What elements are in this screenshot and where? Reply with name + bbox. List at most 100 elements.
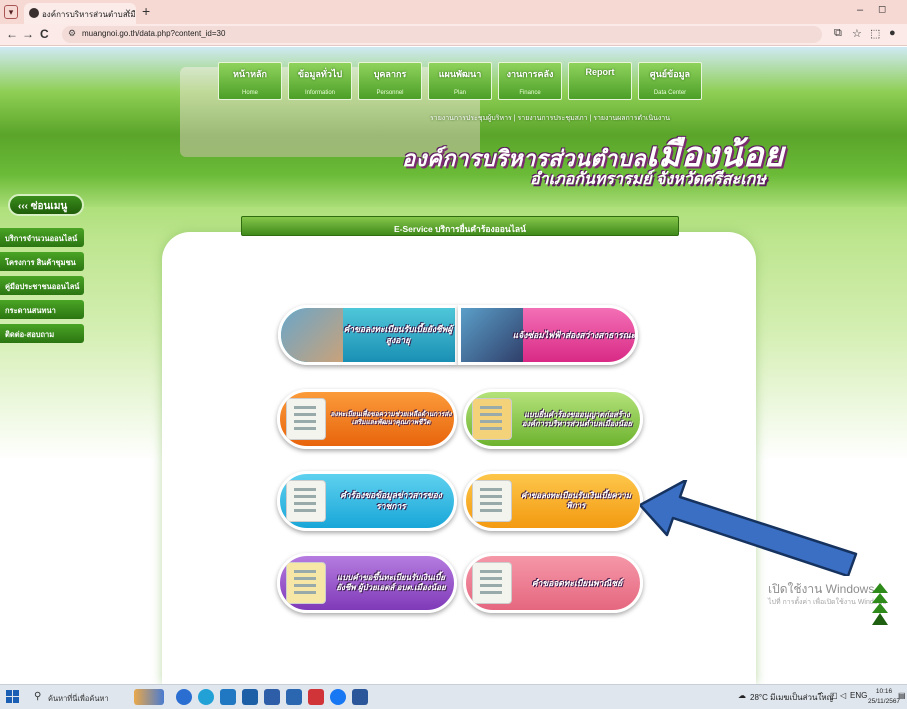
eservice-title-bar: E-Service บริการยื่นคำร้องออนไลน์ xyxy=(241,216,679,236)
url-text[interactable]: muangnoi.go.th/data.php?content_id=30 xyxy=(82,29,225,38)
hide-menu-button[interactable]: ‹‹‹ ซ่อนเมนู xyxy=(8,194,84,216)
chevron-up-icon xyxy=(872,593,888,603)
volume-icon[interactable]: ◁ xyxy=(840,691,846,700)
search-placeholder: ค้นหาที่นี่เพื่อค้นหา xyxy=(48,694,109,703)
service-official-info-button[interactable]: คำร้องขอข้อมูลข่าวสารของราชการ xyxy=(277,471,457,531)
browser-tab-bar: ▾ องค์การบริหารส่วนตำบลเมืองน้อย อำ × + … xyxy=(0,0,907,24)
service-label: คำขอลงทะเบียนรับเบี้ยยังชีพผู้สูงอายุ xyxy=(343,324,453,345)
chevron-up-icon xyxy=(872,613,888,625)
tab-list-button[interactable]: ▾ xyxy=(4,5,18,19)
menu-report[interactable]: Report xyxy=(568,62,632,100)
menu-finance[interactable]: งานการคลัง Finance xyxy=(498,62,562,100)
side-nav: บริการจำนวนออนไลน์ โครงการ สินค้าชุมชน ค… xyxy=(0,228,84,348)
menu-sublabel: Finance xyxy=(519,90,541,96)
menu-plan[interactable]: แผนพัฒนา Plan xyxy=(428,62,492,100)
document-icon xyxy=(286,398,326,440)
lock-icon[interactable] xyxy=(264,689,280,705)
store-icon[interactable] xyxy=(220,689,236,705)
edge-icon[interactable] xyxy=(176,689,192,705)
document-icon xyxy=(472,562,512,604)
menu-sublabel: Data Center xyxy=(653,90,687,96)
search-icon: ⚲ xyxy=(34,691,42,702)
chrome-icon[interactable] xyxy=(198,689,214,705)
service-aids-allowance-button[interactable]: แบบคำขอขึ้นทะเบียนรับเงินเบี้ยยังชีพ ผู้… xyxy=(277,553,457,613)
side-nav-item[interactable]: บริการจำนวนออนไลน์ xyxy=(0,228,84,247)
menu-label: ข้อมูลทั่วไป xyxy=(297,69,343,79)
extensions-icon[interactable]: ⬚ xyxy=(870,27,880,40)
chevron-up-icon xyxy=(872,583,888,593)
translate-icon[interactable]: ⧉ xyxy=(834,27,842,40)
service-label: แบบยื่นคำร้องขออนุญาตก่อสร้าง องค์การบริ… xyxy=(522,409,632,428)
side-nav-item[interactable]: โครงการ สินค้าชุมชน xyxy=(0,252,84,271)
window-maximize-icon[interactable]: ◻ xyxy=(878,4,886,15)
facebook-icon[interactable] xyxy=(330,689,346,705)
service-streetlight-repair-button[interactable]: แจ้งซ่อมไฟฟ้าส่องสว่างสาธารณะ xyxy=(458,305,638,365)
bookmark-star-icon[interactable]: ☆ xyxy=(852,27,862,40)
menu-sublabel: Personnel xyxy=(376,90,404,96)
activate-windows-subtitle: ไปที่ การตั้งค่า เพื่อเปิดใช้งาน Windows xyxy=(768,599,887,606)
menu-information[interactable]: ข้อมูลทั่วไป Information xyxy=(288,62,352,100)
back-button[interactable]: ← xyxy=(6,27,18,41)
menu-label: Report xyxy=(585,67,615,77)
menu-label: งานการคลัง xyxy=(506,69,554,79)
service-quality-of-life-button[interactable]: ลงทะเบียนเพื่อขอความช่วยเหลือด้านการส่งเ… xyxy=(277,389,457,449)
menu-label: แผนพัฒนา xyxy=(438,69,482,79)
site-info-icon[interactable]: ⚙ xyxy=(68,28,76,39)
taskbar-search[interactable]: ⚲ ค้นหาที่นี่เพื่อค้นหา xyxy=(26,688,124,707)
service-label: แจ้งซ่อมไฟฟ้าส่องสว่างสาธารณะ xyxy=(512,329,636,340)
report-sub-links[interactable]: รายงานการประชุมผู้บริหาร | รายงานการประช… xyxy=(430,113,670,124)
document-icon xyxy=(286,480,326,522)
address-bar[interactable]: ⚙ muangnoi.go.th/data.php?content_id=30 xyxy=(62,26,822,43)
arrow-shape xyxy=(640,480,858,576)
service-disability-allowance-button[interactable]: คำขอลงทะเบียนรับเงินเบี้ยความพิการ xyxy=(463,471,643,531)
menu-label: ศูนย์ข้อมูล xyxy=(649,69,691,79)
site-favicon-icon xyxy=(29,8,39,18)
menu-label: หน้าหลัก xyxy=(232,69,268,79)
reload-button[interactable]: C xyxy=(40,27,49,41)
service-label: ลงทะเบียนเพื่อขอความช่วยเหลือด้านการส่งเ… xyxy=(330,410,452,426)
org-subtitle: อำเภอกันทรารมย์ จังหวัดศรีสะเกษ xyxy=(530,171,766,188)
scroll-top-icon[interactable] xyxy=(872,583,888,627)
menu-personnel[interactable]: บุคลากร Personnel xyxy=(358,62,422,100)
notification-icon[interactable]: ▤ xyxy=(898,691,906,700)
window-minimize-icon[interactable]: – xyxy=(857,4,863,16)
side-nav-item[interactable]: ติดต่อ-สอบถาม xyxy=(0,324,84,343)
browser-tab[interactable]: องค์การบริหารส่วนตำบลเมืองน้อย อำ × xyxy=(24,3,136,24)
side-nav-item[interactable]: คู่มือประชาชนออนไลน์ xyxy=(0,276,84,295)
construction-icon xyxy=(472,398,512,440)
service-label: คำร้องขอข้อมูลข่าวสารของราชการ xyxy=(340,490,442,511)
menu-sublabel: Information xyxy=(304,90,335,96)
tab-title: องค์การบริหารส่วนตำบลเมืองน้อย อำ xyxy=(42,10,136,19)
weather-icon[interactable]: ☁ xyxy=(738,691,746,700)
tab-close-icon[interactable]: × xyxy=(125,7,131,18)
menu-sublabel: Plan xyxy=(453,90,466,96)
service-label: คำขอจดทะเบียนพาณิชย์ xyxy=(531,577,623,588)
word-icon[interactable] xyxy=(352,689,368,705)
file-explorer-icon[interactable] xyxy=(242,689,258,705)
profile-icon[interactable]: ● xyxy=(889,27,896,39)
service-elderly-allowance-button[interactable]: คำขอลงทะเบียนรับเบี้ยยังชีพผู้สูงอายุ xyxy=(278,305,458,365)
service-building-permit-button[interactable]: แบบยื่นคำร้องขออนุญาตก่อสร้าง องค์การบริ… xyxy=(463,389,643,449)
form-icon xyxy=(286,562,326,604)
clock-time: 10:16 xyxy=(875,688,893,695)
menu-label: บุคลากร xyxy=(373,69,407,79)
clock-date: 25/11/2567 xyxy=(868,698,901,705)
taskbar-clock[interactable]: 10:16 25/11/2567 xyxy=(868,687,900,707)
new-tab-button[interactable]: + xyxy=(142,3,150,19)
tray-chevron-up-icon[interactable]: ⌃ xyxy=(818,691,825,700)
input-language[interactable]: ENG xyxy=(850,691,867,700)
menu-data-center[interactable]: ศูนย์ข้อมูล Data Center xyxy=(638,62,702,100)
service-commercial-registration-button[interactable]: คำขอจดทะเบียนพาณิชย์ xyxy=(463,553,643,613)
side-nav-item[interactable]: กระดานสนทนา xyxy=(0,300,84,319)
network-icon[interactable]: ◰ xyxy=(830,691,838,700)
office-icon[interactable] xyxy=(308,689,324,705)
elderly-photo-icon xyxy=(281,308,343,362)
menu-home[interactable]: หน้าหลัก Home xyxy=(218,62,282,100)
mail-icon[interactable] xyxy=(286,689,302,705)
search-highlight-icon[interactable] xyxy=(134,689,164,705)
windows-start-icon[interactable] xyxy=(6,690,20,704)
forward-button[interactable]: → xyxy=(22,27,34,41)
menu-sublabel xyxy=(569,77,631,86)
annotation-arrow-icon xyxy=(640,480,858,576)
header-banner: หน้าหลัก Home ข้อมูลทั่วไป Information บ… xyxy=(0,47,907,207)
